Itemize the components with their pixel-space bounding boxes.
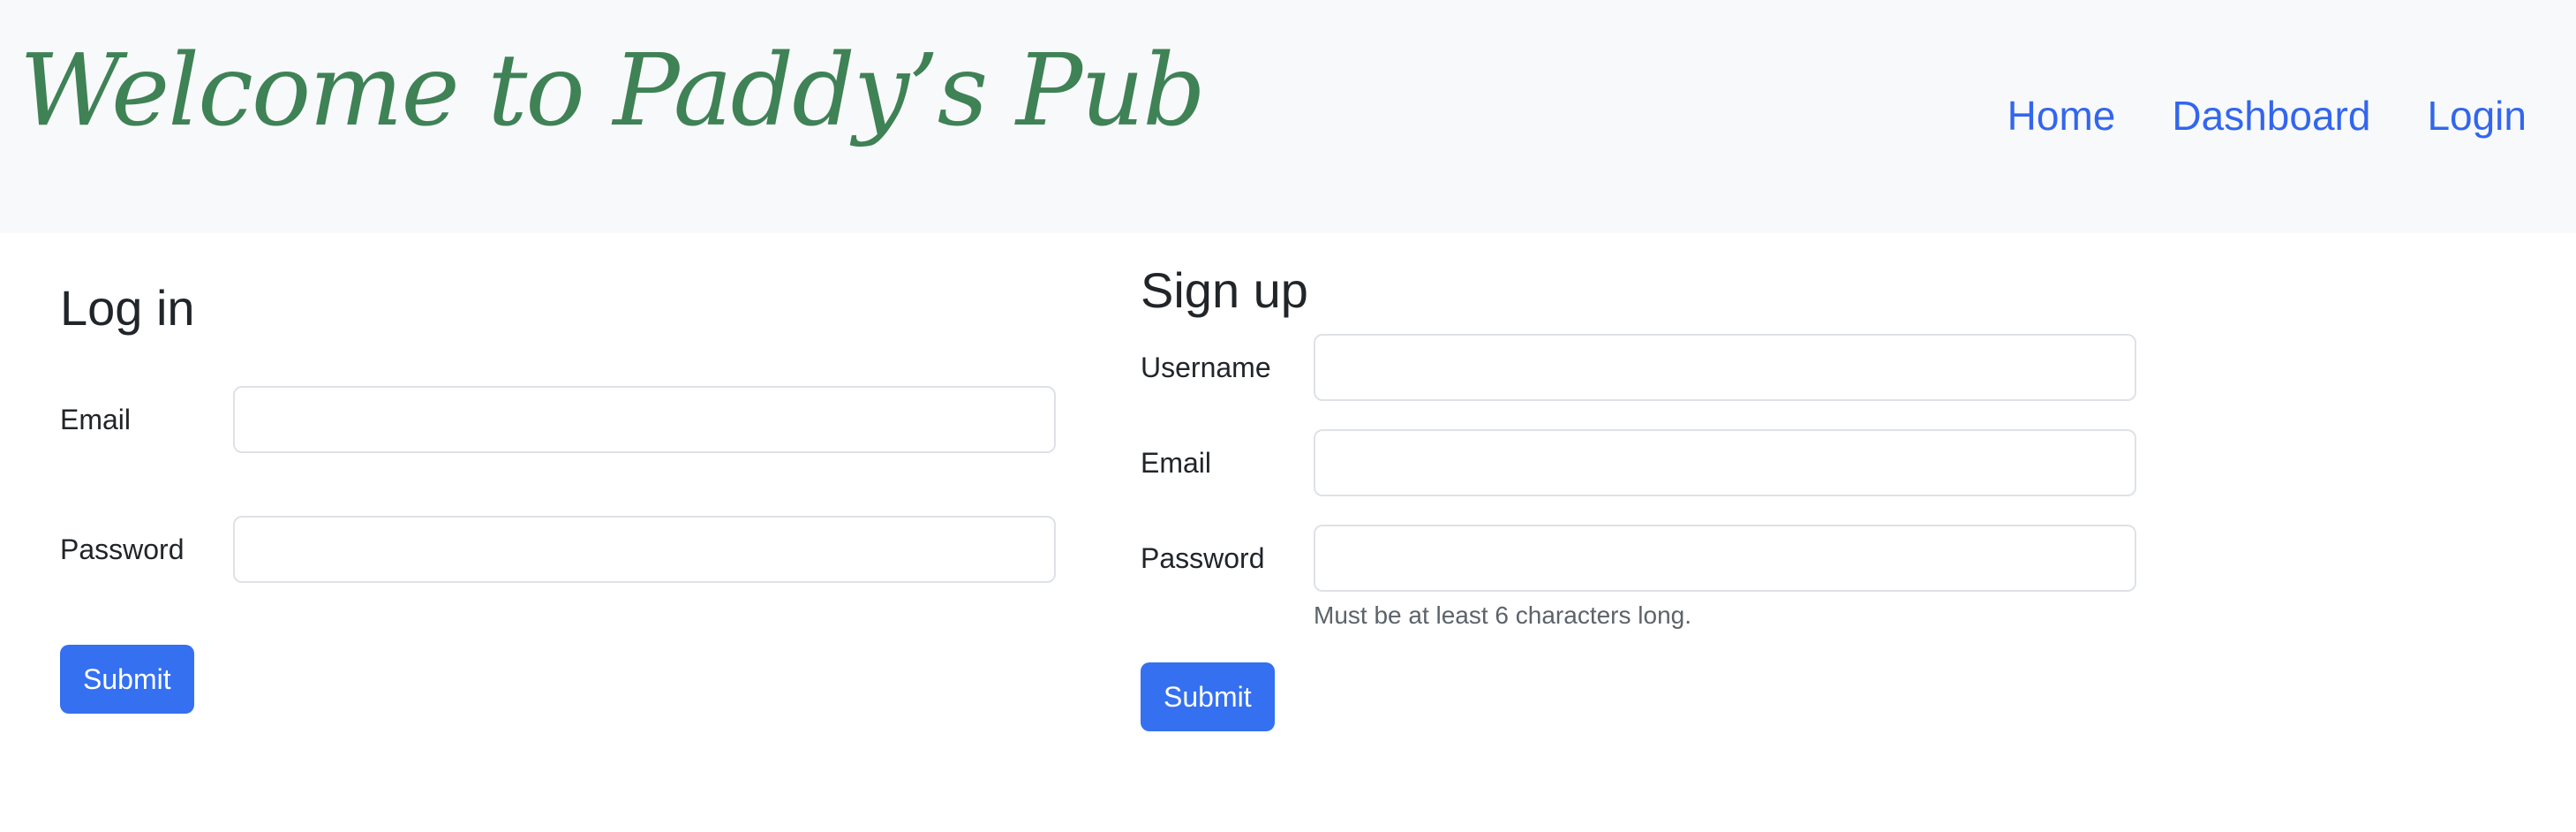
navbar: Welcome to Paddy’s Pub Home Dashboard Lo… [0,0,2576,233]
brand-title: Welcome to Paddy’s Pub [19,34,1206,148]
signup-email-label: Email [1141,447,1212,479]
signup-password-input[interactable] [1314,525,2136,592]
nav-link-dashboard[interactable]: Dashboard [2172,87,2370,145]
signup-username-label: Username [1141,352,1271,383]
login-password-input[interactable] [233,516,1056,583]
signup-submit-button[interactable]: Submit [1141,662,1275,731]
login-email-input[interactable] [233,386,1056,453]
password-help-text: Must be at least 6 characters long. [1314,601,1691,629]
signup-password-label: Password [1141,542,1265,574]
nav-links: Home Dashboard Login [2007,87,2527,145]
login-password-label: Password [60,533,185,565]
nav-link-login[interactable]: Login [2427,87,2527,145]
login-email-label: Email [60,404,132,435]
signup-title: Sign up [1141,262,1308,318]
signup-email-input[interactable] [1314,429,2136,496]
signup-username-input[interactable] [1314,334,2136,401]
login-submit-button[interactable]: Submit [60,645,194,714]
nav-link-home[interactable]: Home [2007,87,2116,145]
login-title: Log in [60,280,195,336]
